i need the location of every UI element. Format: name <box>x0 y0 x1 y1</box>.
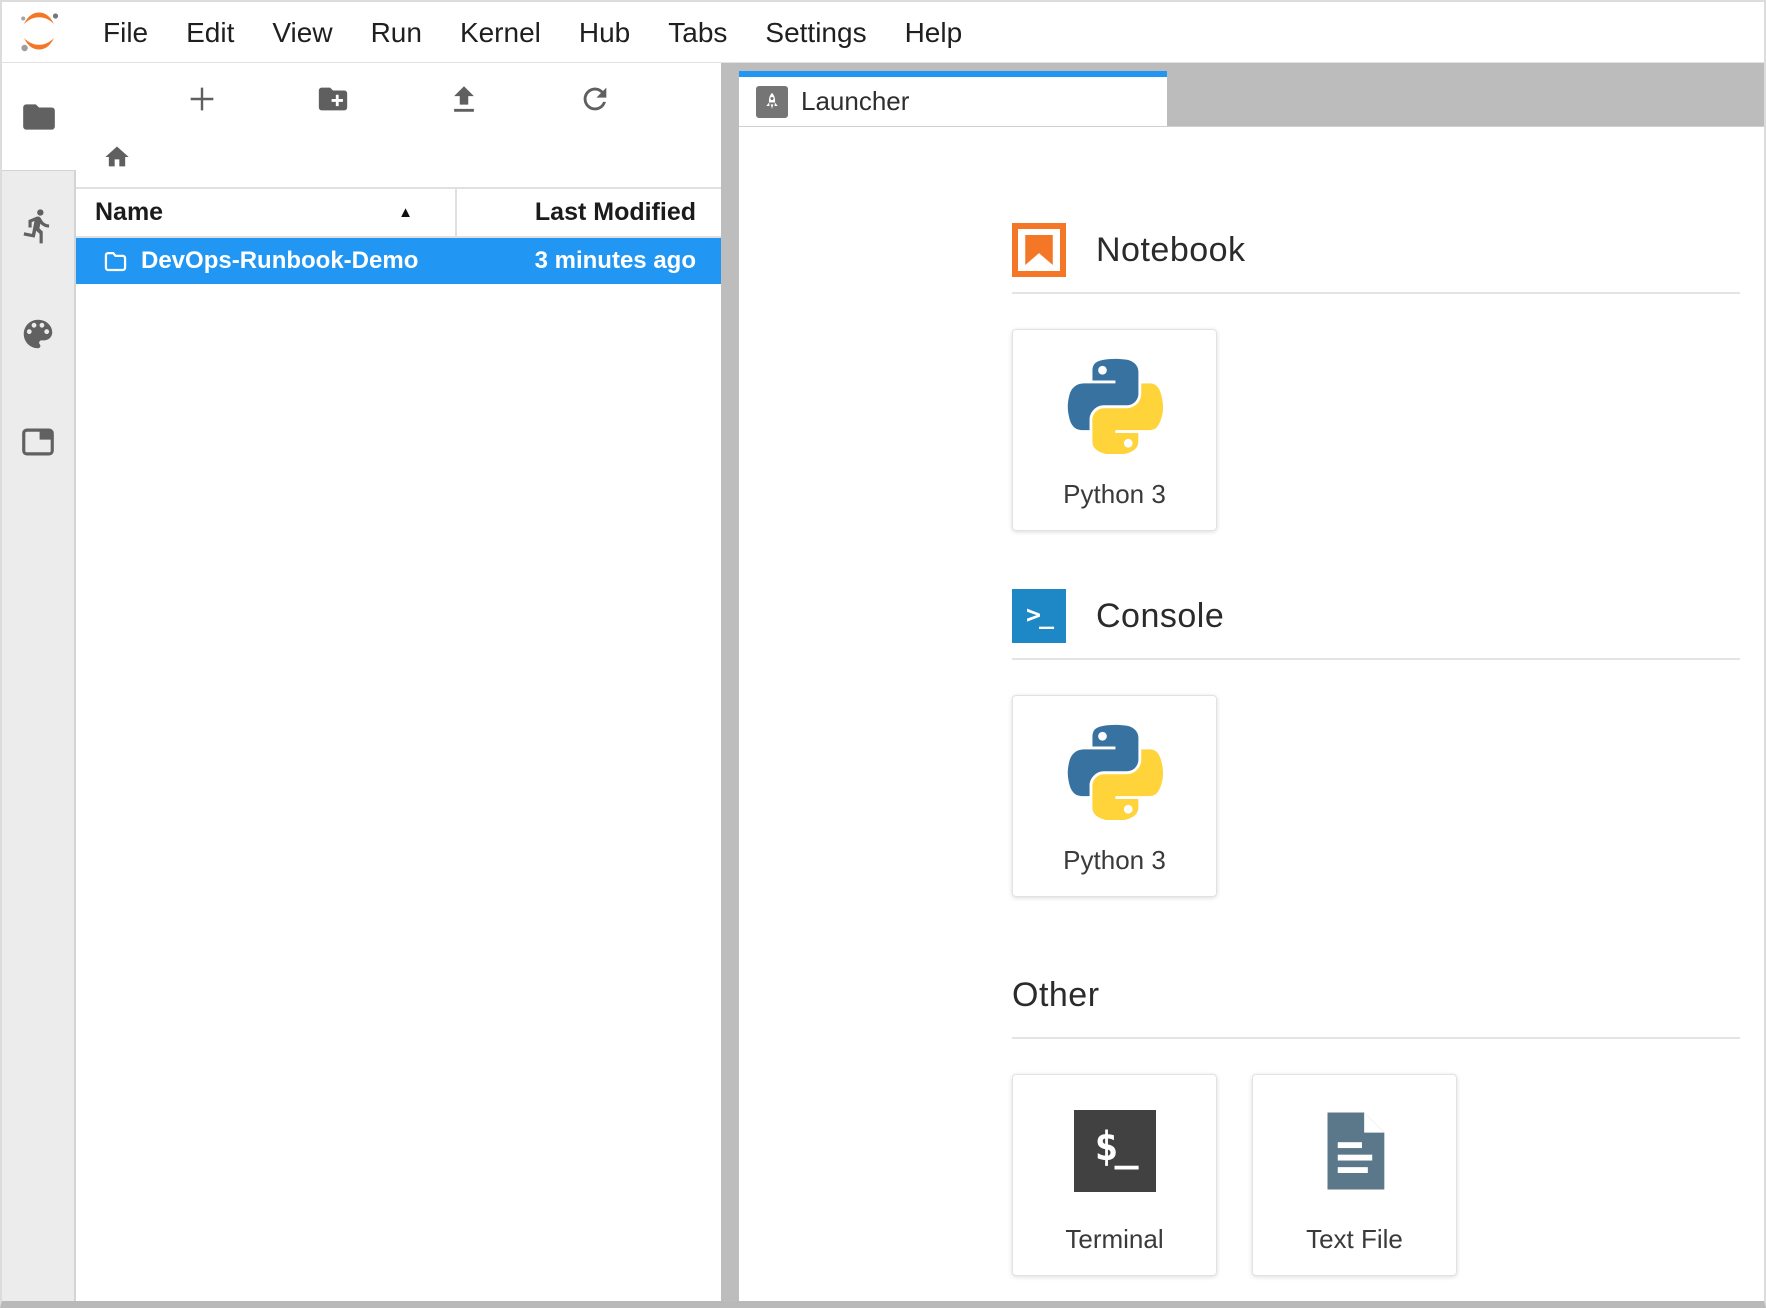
menu-tabs[interactable]: Tabs <box>649 2 746 63</box>
console-icon: >_ <box>1012 589 1066 643</box>
notebook-icon <box>1012 223 1066 277</box>
section-header-notebook: Notebook <box>1012 223 1740 277</box>
tab-launcher-label: Launcher <box>801 86 909 117</box>
upload-button[interactable] <box>447 82 481 116</box>
file-modified: 3 minutes ago <box>535 247 721 275</box>
launcher-rocket-icon <box>756 86 788 118</box>
main-dock-panel: Launcher Notebook <box>739 63 1764 1301</box>
section-header-other: Other <box>1012 968 1740 1022</box>
launcher-card-console-python3[interactable]: Python 3 <box>1012 695 1217 897</box>
panel-splitter[interactable] <box>721 63 739 1301</box>
file-name: DevOps-Runbook-Demo <box>141 247 535 275</box>
column-header-last-modified[interactable]: Last Modified <box>455 189 721 236</box>
running-sessions-icon[interactable] <box>19 207 57 245</box>
table-row-selected[interactable]: DevOps-Runbook-Demo 3 minutes ago <box>76 238 721 284</box>
breadcrumb <box>76 135 721 179</box>
menu-hub[interactable]: Hub <box>560 2 649 63</box>
card-label: Text File <box>1306 1224 1403 1255</box>
new-folder-button[interactable] <box>316 82 350 116</box>
launcher-section-console: >_ Console Python 3 <box>1012 589 1740 897</box>
column-header-name[interactable]: Name ▲ <box>76 189 455 236</box>
activity-bar-lower <box>2 170 76 1301</box>
launcher-card-notebook-python3[interactable]: Python 3 <box>1012 329 1217 531</box>
menu-kernel[interactable]: Kernel <box>441 2 560 63</box>
terminal-icon: $_ <box>1074 1110 1156 1192</box>
launcher-card-text-file[interactable]: Text File <box>1252 1074 1457 1276</box>
refresh-button[interactable] <box>578 82 612 116</box>
menu-edit[interactable]: Edit <box>167 2 253 63</box>
home-icon[interactable] <box>103 143 131 171</box>
name-header-label: Name <box>95 198 163 227</box>
commands-palette-icon[interactable] <box>19 315 57 353</box>
last-modified-header-label: Last Modified <box>535 198 696 227</box>
text-file-icon <box>1311 1107 1399 1195</box>
section-divider <box>1012 658 1740 660</box>
section-title: Notebook <box>1096 231 1246 270</box>
launcher-section-other: Other $_ Terminal <box>1012 968 1740 1276</box>
menu-settings[interactable]: Settings <box>746 2 885 63</box>
new-launcher-button[interactable] <box>185 82 219 116</box>
card-label: Python 3 <box>1063 845 1166 876</box>
sidebar-tab-file-browser[interactable] <box>2 63 76 170</box>
open-tabs-icon[interactable] <box>19 423 57 461</box>
menu-bar: File Edit View Run Kernel Hub Tabs Setti… <box>2 2 1764 63</box>
activity-bar <box>2 63 76 1301</box>
menu-help[interactable]: Help <box>886 2 982 63</box>
python-logo-icon <box>1067 358 1163 479</box>
launcher-section-notebook: Notebook Python 3 <box>1012 223 1740 531</box>
folder-icon <box>102 248 129 275</box>
section-header-console: >_ Console <box>1012 589 1740 643</box>
launcher-card-terminal[interactable]: $_ Terminal <box>1012 1074 1217 1276</box>
jupyterlab-window: File Edit View Run Kernel Hub Tabs Setti… <box>0 0 1766 1308</box>
card-label: Python 3 <box>1063 479 1166 510</box>
card-label: Terminal <box>1065 1224 1163 1255</box>
section-title: Other <box>1012 976 1100 1015</box>
launcher-panel: Notebook Python 3 <box>739 127 1764 1301</box>
file-browser-toolbar <box>76 63 721 135</box>
file-browser-panel: Name ▲ Last Modified DevOps-Runbook-Demo… <box>76 63 721 1301</box>
tab-launcher[interactable]: Launcher <box>739 71 1167 126</box>
menu-run[interactable]: Run <box>352 2 441 63</box>
section-divider <box>1012 1037 1740 1039</box>
python-logo-icon <box>1067 724 1163 845</box>
dock-tab-bar: Launcher <box>739 63 1764 127</box>
section-title: Console <box>1096 597 1224 636</box>
menu-file[interactable]: File <box>84 2 167 63</box>
jupyter-logo-icon <box>16 9 62 55</box>
sort-ascending-icon: ▲ <box>398 204 413 221</box>
listing-header: Name ▲ Last Modified <box>76 187 721 238</box>
menu-view[interactable]: View <box>253 2 351 63</box>
section-divider <box>1012 292 1740 294</box>
file-browser-folder-icon <box>20 98 58 136</box>
